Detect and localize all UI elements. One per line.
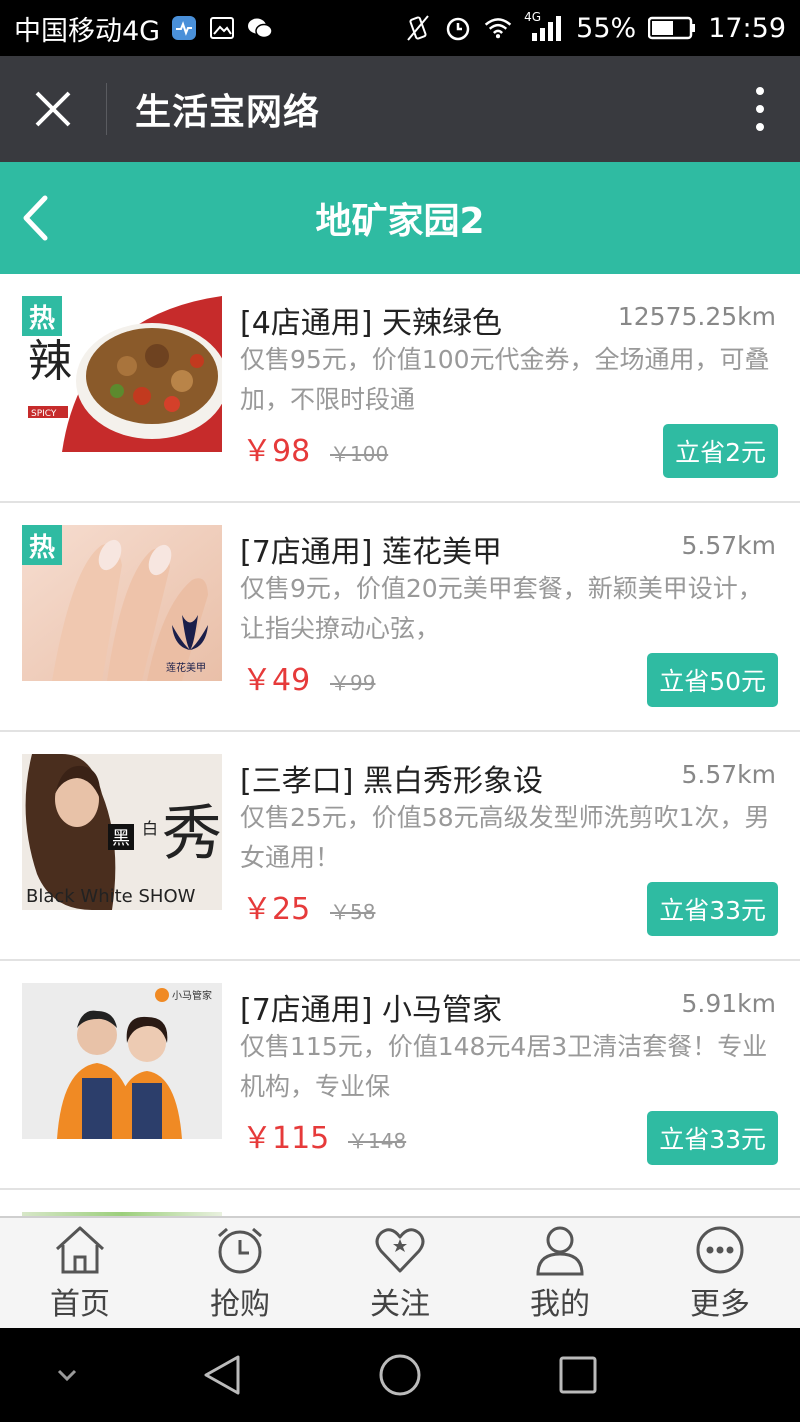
deal-description: 仅售115元，价值148元4居3卫清洁套餐！专业机构，专业保 [240,1032,768,1101]
deal-distance: 5.57km [681,531,777,560]
thumb-brand: Black White SHOW [26,886,196,907]
tab-label: 关注 [370,1287,430,1322]
home-system-button[interactable] [370,1328,430,1422]
deal-price: ￥25 [242,892,311,927]
list-item[interactable]: 辣 SPICY 热 [4店通用] 天辣绿色 12575.25km 仅售95元，价… [0,274,800,503]
deal-thumbnail: 黑 白 秀 Black White SHOW [22,754,222,910]
thumb-char: 秀 [162,799,222,869]
deal-description: 仅售9元，价值20元美甲套餐，新颖美甲设计，让指尖撩动心弦， [240,574,763,643]
original-price: ￥58 [330,900,376,924]
tab-label: 抢购 [210,1287,270,1322]
window-title: 生活宝网络 [135,92,321,133]
deal-price: ￥98 [242,434,311,469]
deal-description: 仅售95元，价值100元代金券，全场通用，可叠加，不限时段通 [240,345,770,414]
webview-title-bar: 生活宝网络 [0,56,800,162]
system-nav-bar [0,1328,800,1422]
deal-title: [4店通用] 天辣绿色 [240,306,503,341]
page-header: 地矿家园2 [0,162,800,274]
svg-text:SPICY: SPICY [31,409,57,419]
page-title: 地矿家园2 [315,201,485,242]
wifi-icon [484,14,512,42]
thumb-char: 辣 [28,336,72,387]
original-price: ￥100 [330,442,389,466]
thumb-brand: 小马管家 [172,989,212,1002]
housekeeping-image: 小马管家 [22,983,222,1139]
back-system-button[interactable] [192,1328,252,1422]
deal-title: [三孝口] 黑白秀形象设 [240,764,543,799]
tab-mine[interactable]: 我的 [480,1218,640,1328]
list-item[interactable]: 小马管家 [7店通用] 小马管家 5.91km 仅售115元，价值148元4居3… [0,961,800,1190]
chevron-left-icon [23,195,48,241]
deal-price: ￥115 [242,1121,330,1156]
svg-text:白: 白 [142,819,158,838]
deal-thumbnail: 莲花美甲 热 [22,525,222,681]
hot-badge: 热 [22,525,62,565]
svg-text:黑: 黑 [112,828,130,849]
tab-home[interactable]: 首页 [0,1218,160,1328]
deal-distance: 12575.25km [617,302,776,331]
tab-flash-sale[interactable]: 抢购 [160,1218,320,1328]
status-bar: 中国移动4G 4G 55% 17:59 [0,0,800,56]
save-button[interactable]: 立省2元 [663,424,778,478]
home-icon [53,1223,107,1277]
bottom-tab-bar: 首页 抢购 关注 我的 更多 [0,1216,800,1328]
original-price: ￥148 [348,1129,407,1153]
person-icon [533,1223,587,1277]
list-item[interactable]: 莲花美甲 热 [7店通用] 莲花美甲 5.57km 仅售9元，价值20元美甲套餐… [0,503,800,732]
deal-title: [7店通用] 莲花美甲 [240,535,503,570]
deal-price: ￥49 [242,663,311,698]
vibrate-icon [404,14,432,42]
alarm-icon [444,14,472,42]
alarm-clock-icon [213,1223,267,1277]
wechat-icon [246,14,274,42]
deal-distance: 5.91km [681,989,777,1018]
home-circle-icon [379,1354,421,1396]
list-item[interactable]: 黑 白 秀 Black White SHOW [三孝口] 黑白秀形象设 5.57… [0,732,800,961]
original-price: ￥99 [330,671,376,695]
deal-thumbnail: 小马管家 [22,983,222,1139]
deal-description: 仅售25元，价值58元高级发型师洗剪吹1次，男女通用！ [240,803,770,872]
tab-label: 更多 [690,1287,750,1322]
title-divider [106,83,107,135]
thumb-brand: 莲花美甲 [166,661,206,674]
recents-square-icon [559,1356,597,1394]
hair-salon-image: 黑 白 秀 Black White SHOW [22,754,222,910]
vertical-dots-icon [756,87,764,131]
back-button[interactable] [0,162,70,274]
close-icon [35,91,71,127]
save-button[interactable]: 立省33元 [647,1111,778,1165]
close-button[interactable] [0,56,106,162]
hide-nav-button[interactable] [40,1328,94,1422]
hot-badge: 热 [22,296,62,336]
deal-thumbnail: 辣 SPICY 热 [22,296,222,452]
deal-distance: 5.57km [681,760,777,789]
tab-label: 首页 [50,1287,110,1322]
save-button[interactable]: 立省33元 [647,882,778,936]
more-dots-icon [693,1223,747,1277]
deal-title: [7店通用] 小马管家 [240,993,503,1028]
list-item[interactable] [0,1190,800,1216]
tab-label: 我的 [530,1287,590,1322]
signal-icon: 4G [524,10,564,42]
battery-percent: 55% [576,12,637,44]
battery-icon [648,14,696,42]
tab-follow[interactable]: 关注 [320,1218,480,1328]
health-app-icon [170,14,198,42]
carrier-label: 中国移动4G [14,15,161,47]
deal-list: 辣 SPICY 热 [4店通用] 天辣绿色 12575.25km 仅售95元，价… [0,274,800,1216]
tab-more[interactable]: 更多 [640,1218,800,1328]
save-button[interactable]: 立省50元 [647,653,778,707]
clock-time: 17:59 [708,12,786,44]
heart-icon [373,1223,427,1277]
back-triangle-icon [204,1355,240,1395]
chevron-down-icon [57,1369,77,1382]
more-menu-button[interactable] [720,56,800,162]
recents-system-button[interactable] [548,1328,608,1422]
gallery-icon [208,14,236,42]
